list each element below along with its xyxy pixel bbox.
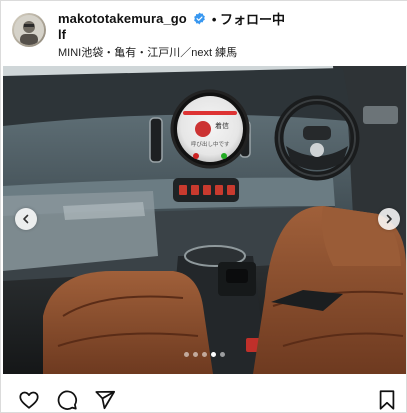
car-interior-image: 着信 呼び出し中です	[3, 66, 406, 374]
bookmark-icon[interactable]	[377, 389, 397, 411]
username-wrap[interactable]: lf	[58, 27, 66, 42]
carousel-dot-active	[211, 352, 216, 357]
following-button[interactable]: • フォロー中	[212, 9, 285, 28]
previous-slide-button[interactable]	[15, 208, 37, 230]
chevron-left-icon	[23, 214, 29, 224]
verified-badge-icon	[193, 12, 205, 25]
comment-icon[interactable]	[56, 389, 78, 411]
post-card: makototakemura_go • フォロー中 lf MINI池袋・亀有・江…	[0, 0, 407, 413]
username-link[interactable]: makototakemura_go	[58, 11, 187, 26]
carousel-indicator	[3, 352, 406, 357]
avatar-image	[14, 15, 44, 45]
screen-line2: 呼び出し中です	[191, 140, 230, 148]
carousel-dot	[220, 352, 225, 357]
next-slide-button[interactable]	[378, 208, 400, 230]
following-label: フォロー中	[220, 12, 286, 27]
carousel-dot	[193, 352, 198, 357]
avatar[interactable]	[12, 13, 46, 47]
post-header: makototakemura_go • フォロー中 lf MINI池袋・亀有・江…	[1, 1, 407, 65]
location-link[interactable]: MINI池袋・亀有・江戸川／next 練馬	[58, 44, 237, 60]
post-photo[interactable]: 着信 呼び出し中です	[3, 66, 406, 374]
screen-line1: 着信	[215, 121, 229, 130]
heart-icon[interactable]	[18, 389, 40, 411]
paper-plane-icon[interactable]	[94, 389, 116, 411]
carousel-dot	[184, 352, 189, 357]
post-actions	[1, 381, 407, 413]
chevron-right-icon	[386, 214, 392, 224]
carousel-dot	[202, 352, 207, 357]
